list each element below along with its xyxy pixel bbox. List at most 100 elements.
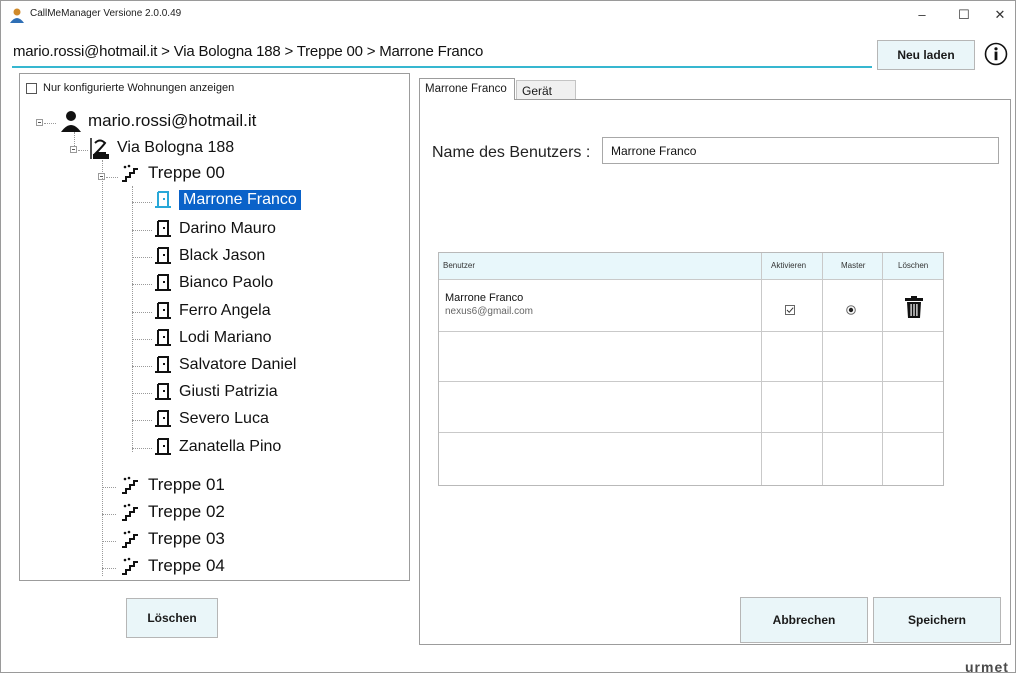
grid-cell-user-name: Marrone Franco <box>445 292 524 304</box>
tree-connector <box>132 448 152 449</box>
filter-checkbox-row[interactable]: Nur konfigurierte Wohnungen anzeigen <box>26 82 234 94</box>
tree-connector <box>132 230 152 231</box>
grid-header-user: Benutzer <box>443 254 476 278</box>
title-bar: CallMeManager Versione 2.0.0.49 – ☐ ✕ <box>0 0 1016 30</box>
filter-checkbox[interactable] <box>26 82 37 94</box>
tree-label-apartment: Ferro Angela <box>179 302 271 319</box>
tree-node-apartment[interactable]: Lodi Mariano <box>154 328 272 348</box>
grid-divider <box>882 253 883 485</box>
close-button[interactable]: ✕ <box>982 4 1016 26</box>
grid-divider <box>761 253 762 485</box>
tree-label-staircase: Treppe 00 <box>148 163 225 182</box>
grid-header-activate: Aktivieren <box>771 254 807 278</box>
tree-label-apartment: Zanatella Pino <box>179 438 282 455</box>
tree-connector <box>132 312 152 313</box>
tree-connector <box>44 123 56 124</box>
grid-divider <box>439 381 943 382</box>
maximize-button[interactable]: ☐ <box>946 4 982 26</box>
tree-connector <box>132 257 152 258</box>
tree-label-apartment: Bianco Paolo <box>179 274 274 291</box>
tree-label-staircase: Treppe 03 <box>148 529 225 548</box>
user-grid: Benutzer Aktivieren Master Löschen <box>438 252 944 486</box>
tree-node-apartment[interactable]: Severo Luca <box>154 409 269 429</box>
tree-connector <box>102 487 116 488</box>
delete-button[interactable]: Löschen <box>126 598 218 638</box>
door-icon <box>155 438 171 455</box>
tree-connector <box>132 420 152 421</box>
tree-node-staircase[interactable]: Treppe 03 <box>120 529 225 549</box>
tree-connector <box>132 393 152 394</box>
master-radio[interactable] <box>846 305 856 315</box>
tree-node-apartment[interactable]: Giusti Patrizia <box>154 382 278 402</box>
user-icon <box>61 111 81 132</box>
tree-label-apartment: Severo Luca <box>179 410 269 427</box>
user-name-input[interactable] <box>602 137 999 164</box>
tree-connector <box>102 178 103 576</box>
stairs-icon <box>122 530 138 548</box>
door-icon <box>155 329 171 346</box>
tree-label-apartment: Black Jason <box>179 247 266 264</box>
tree-connector <box>102 514 116 515</box>
activate-checkbox[interactable] <box>785 305 795 315</box>
tree-connector <box>102 568 116 569</box>
tree-node-staircase[interactable]: Treppe 04 <box>120 556 225 576</box>
tab-device[interactable]: Gerät <box>516 80 576 100</box>
tree-node-apartment[interactable]: Bianco Paolo <box>154 273 273 293</box>
door-icon <box>155 274 171 291</box>
tree-label-apartment: Darino Mauro <box>179 220 276 237</box>
door-icon <box>155 410 171 427</box>
window-title: CallMeManager Versione 2.0.0.49 <box>30 8 182 19</box>
tree-label-account: mario.rossi@hotmail.it <box>88 111 257 130</box>
tree-collapse-toggle[interactable] <box>36 119 43 126</box>
tree-node-staircase[interactable]: Treppe 02 <box>120 502 225 522</box>
stairs-icon <box>122 164 138 182</box>
breadcrumb: mario.rossi@hotmail.it > Via Bologna 188… <box>13 43 484 60</box>
tree-connector <box>102 541 116 542</box>
tree-connector <box>106 177 118 178</box>
tab-user[interactable]: Marrone Franco <box>419 78 515 100</box>
breadcrumb-underline <box>12 66 872 68</box>
app-user-icon <box>10 8 24 23</box>
tree-node-staircase[interactable]: Treppe 00 <box>120 163 225 183</box>
tree-connector <box>78 150 88 151</box>
tree-node-apartment[interactable]: Black Jason <box>154 246 265 266</box>
door-icon <box>155 247 171 264</box>
tree-node-apartment[interactable]: Marrone Franco <box>154 190 301 210</box>
door-icon <box>155 302 171 319</box>
tree-connector <box>132 366 152 367</box>
grid-cell-user-email: nexus6@gmail.com <box>445 306 533 317</box>
tree-node-apartment[interactable]: Ferro Angela <box>154 301 271 321</box>
save-button[interactable]: Speichern <box>873 597 1001 643</box>
tree-label-apartment: Giusti Patrizia <box>179 383 278 400</box>
tree-label-staircase: Treppe 01 <box>148 475 225 494</box>
tree-node-apartment[interactable]: Salvatore Daniel <box>154 355 296 375</box>
info-icon[interactable] <box>984 42 1008 66</box>
stairs-icon <box>122 476 138 494</box>
grid-divider <box>439 432 943 433</box>
tree-node-account[interactable]: mario.rossi@hotmail.it <box>60 110 256 132</box>
tree-label-apartment-selected: Marrone Franco <box>179 190 301 210</box>
door-icon <box>155 383 171 400</box>
grid-header-row <box>439 253 943 279</box>
tree-connector <box>132 202 152 203</box>
tree-node-building[interactable]: Via Bologna 188 <box>90 136 234 160</box>
tree-label-staircase: Treppe 04 <box>148 556 225 575</box>
filter-checkbox-label: Nur konfigurierte Wohnungen anzeigen <box>43 82 235 94</box>
door-icon <box>155 220 171 237</box>
tree-label-apartment: Salvatore Daniel <box>179 356 297 373</box>
door-icon <box>155 356 171 373</box>
tree-node-apartment[interactable]: Zanatella Pino <box>154 437 281 457</box>
tree-node-staircase[interactable]: Treppe 01 <box>120 475 225 495</box>
tree-view[interactable]: mario.rossi@hotmail.it Via Bologna 188 T… <box>22 102 407 578</box>
minimize-button[interactable]: – <box>904 4 940 26</box>
tree-collapse-toggle[interactable] <box>70 146 77 153</box>
stairs-icon <box>122 557 138 575</box>
tree-node-apartment[interactable]: Darino Mauro <box>154 219 276 239</box>
tree-label-apartment: Lodi Mariano <box>179 329 272 346</box>
trash-icon[interactable] <box>905 296 923 318</box>
cancel-button[interactable]: Abbrechen <box>740 597 868 643</box>
reload-button[interactable]: Neu laden <box>877 40 975 70</box>
door-icon <box>155 191 171 208</box>
stairs-icon <box>122 503 138 521</box>
grid-header-master: Master <box>841 254 866 278</box>
